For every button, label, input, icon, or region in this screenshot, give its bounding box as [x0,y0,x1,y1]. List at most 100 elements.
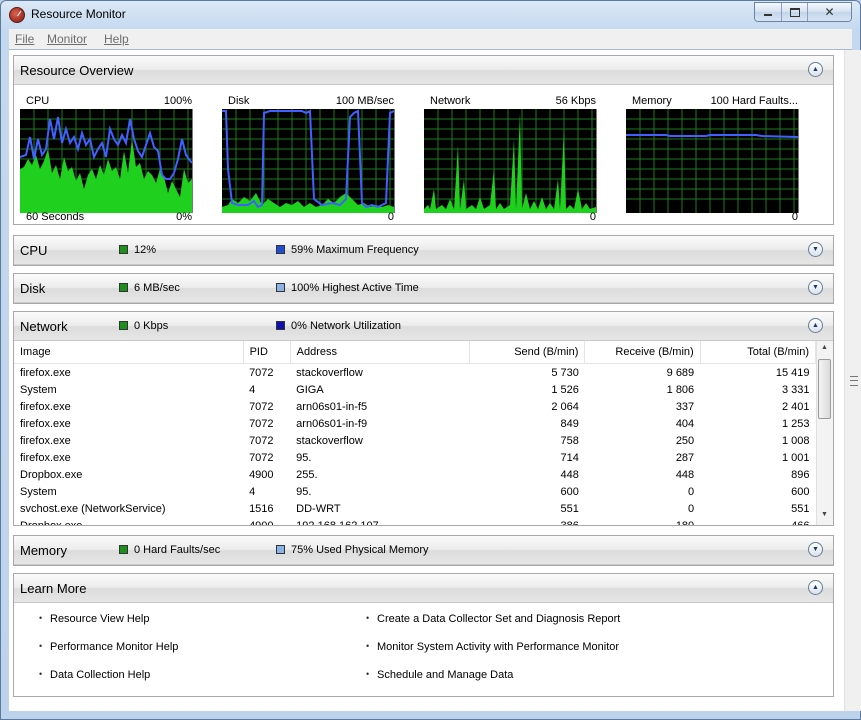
graph-min: 0 [387,211,394,223]
panel-title: Network [20,319,68,334]
window-title: Resource Monitor [31,7,126,21]
link-data-collection-help[interactable]: Data Collection Help [39,669,150,681]
link-performance-monitor-help[interactable]: Performance Monitor Help [39,641,178,653]
learn-more-panel: Learn More ▲ Resource View Help Performa… [13,573,834,697]
close-button[interactable]: ✕ [807,3,851,21]
menu-bar: File Monitor Help [9,29,852,49]
column-receive[interactable]: Receive (B/min) [584,341,701,364]
column-address[interactable]: Address [290,341,471,364]
column-send[interactable]: Send (B/min) [469,341,586,364]
disk-io-swatch [119,283,128,292]
panel-title: Memory [20,543,67,558]
cpu-usage: 12% [134,244,157,256]
hard-faults: 0 Hard Faults/sec [134,544,221,556]
resource-overview-header[interactable]: Resource Overview ▲ [14,56,833,85]
graph-max: 100 MB/sec [335,95,394,107]
cpu-frequency: 59% Maximum Frequency [291,244,419,256]
table-row[interactable]: firefox.exe 7072 stackoverflow 5 730 9 689 15… [14,364,816,382]
minimize-icon [764,14,772,16]
column-total[interactable]: Total (B/min) [700,341,816,364]
link-create-data-collector-set[interactable]: Create a Data Collector Set and Diagnosi… [366,613,620,625]
network-table-scrollbar[interactable]: ▲ ▼ [816,341,833,525]
collapse-chevron-icon[interactable]: ▲ [808,62,823,77]
network-header[interactable]: Network 0 Kbps 0% Network Utilization ▲ [14,312,833,341]
minimize-button[interactable] [755,3,781,21]
table-row[interactable]: Dropbox.exe 4900 255. 448 448 896 [14,466,816,483]
graph-max: 56 Kbps [555,95,596,107]
main-scrollbar[interactable] [844,50,861,711]
title-bar[interactable]: Resource Monitor ✕ [1,1,860,27]
disk-graph-plot [222,109,395,213]
panel-title: Resource Overview [20,63,134,78]
table-header-row: Image PID Address Send (B/min) Receive (… [14,341,816,364]
table-row[interactable]: firefox.exe 7072 arn06s01-in-f5 2 064 337 2 4… [14,398,816,415]
cpu-usage-swatch [119,245,128,254]
scroll-down-icon[interactable]: ▼ [821,511,828,518]
memory-panel: Memory 0 Hard Faults/sec 75% Used Physic… [13,535,834,566]
close-icon: ✕ [824,5,835,19]
learn-more-header[interactable]: Learn More ▲ [14,574,833,603]
table-row[interactable]: System 4 GIGA 1 526 1 806 3 331 [14,381,816,398]
disk-panel: Disk 6 MB/sec 100% Highest Active Time ▼ [13,273,834,304]
column-pid[interactable]: PID [243,341,291,364]
cpu-frequency-swatch [276,245,285,254]
collapse-chevron-icon[interactable]: ▲ [808,318,823,333]
memory-header[interactable]: Memory 0 Hard Faults/sec 75% Used Physic… [14,536,833,565]
network-table-viewport: Image PID Address Send (B/min) Receive (… [14,341,816,525]
graph-name: Memory [632,95,672,107]
memory-graph-svg [626,109,798,213]
table-row[interactable]: firefox.exe 7072 95. 714 287 1 001 [14,449,816,466]
used-memory: 75% Used Physical Memory [291,544,429,556]
disk-active-time-swatch [276,283,285,292]
expand-chevron-icon[interactable]: ▼ [808,542,823,557]
link-schedule-manage-data[interactable]: Schedule and Manage Data [366,669,513,681]
scrollbar-thumb[interactable] [818,359,831,419]
disk-graph-svg [222,109,394,213]
resource-overview-panel: Resource Overview ▲ CPU 100% 60 Seconds … [13,55,834,225]
cpu-graph-plot [20,109,193,213]
column-image[interactable]: Image [14,341,244,364]
menu-help[interactable]: Help [104,32,129,46]
panel-title: CPU [20,243,48,258]
graph-max: 100 Hard Faults... [710,95,798,107]
menu-monitor[interactable]: Monitor [47,32,87,46]
expand-chevron-icon[interactable]: ▼ [808,242,823,257]
graph-time-span: 60 Seconds [26,211,85,223]
overview-graphs: CPU 100% 60 Seconds 0% Disk 100 MB/sec 0… [14,85,833,223]
panel-title: Disk [20,281,46,296]
table-row[interactable]: System 4 95. 600 0 600 [14,483,816,500]
link-monitor-system-activity[interactable]: Monitor System Activity with Performance… [366,641,619,653]
table-row[interactable]: svchost.exe (NetworkService) 1516 DD-WRT 55… [14,500,816,517]
cpu-panel: CPU 12% 59% Maximum Frequency ▼ [13,235,834,266]
link-resource-view-help[interactable]: Resource View Help [39,613,150,625]
graph-max: 100% [163,95,192,107]
disk-active-time: 100% Highest Active Time [291,282,419,294]
help-links: Resource View Help Performance Monitor H… [14,603,833,696]
scrollbar-grip-icon[interactable] [850,376,858,386]
menu-file[interactable]: File [15,32,34,46]
cpu-header[interactable]: CPU 12% 59% Maximum Frequency ▼ [14,236,833,265]
network-utilization: 0% Network Utilization [291,320,402,332]
resource-monitor-window: Resource Monitor ✕ File Monitor Help Res… [0,0,861,720]
disk-header[interactable]: Disk 6 MB/sec 100% Highest Active Time ▼ [14,274,833,303]
used-memory-swatch [276,545,285,554]
table-row[interactable]: firefox.exe 7072 stackoverflow 758 250 1 008 [14,432,816,449]
panel-title: Learn More [20,581,87,596]
graph-name: Disk [228,95,250,107]
network-graph-plot [424,109,597,213]
maximize-icon [789,7,800,17]
table-row[interactable]: firefox.exe 7072 arn06s01-in-f9 849 404 1 253 [14,415,816,432]
table-row[interactable]: Dropbox.exe4900192.168.162.107386180466 [14,517,816,526]
maximize-button[interactable] [781,3,807,21]
hard-faults-swatch [119,545,128,554]
resource-monitor-icon [9,7,25,23]
graph-name: CPU [26,95,50,107]
graph-min: 0 [791,211,798,223]
main-content: Resource Overview ▲ CPU 100% 60 Seconds … [9,49,861,711]
expand-chevron-icon[interactable]: ▼ [808,280,823,295]
network-panel: Network 0 Kbps 0% Network Utilization ▲ … [13,311,834,526]
disk-io: 6 MB/sec [134,282,180,294]
collapse-chevron-icon[interactable]: ▲ [808,580,823,595]
scroll-up-icon[interactable]: ▲ [821,344,828,351]
network-io-swatch [119,321,128,330]
